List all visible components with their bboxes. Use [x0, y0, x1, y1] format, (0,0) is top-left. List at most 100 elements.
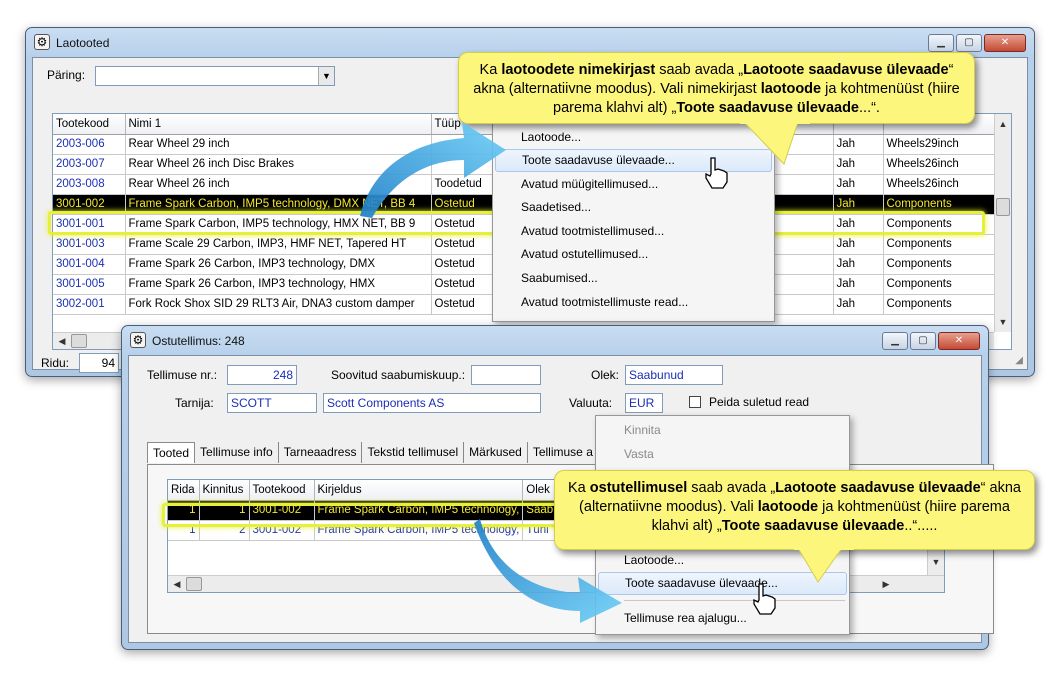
cell-name: Frame Scale 29 Carbon, IMP3, HMF NET, Ta… — [125, 234, 432, 255]
context-menu-products: Laotoode... Toote saadavuse ülevaade... … — [492, 122, 775, 322]
scroll-down-icon[interactable]: ▼ — [928, 554, 944, 570]
hand-cursor-icon — [753, 583, 776, 615]
scroll-left-icon[interactable]: ◀ — [169, 576, 185, 592]
scroll-up-icon[interactable]: ▲ — [995, 116, 1011, 132]
menu-item-saadetised[interactable]: Saadetised... — [493, 196, 774, 219]
cell-active: Jah — [833, 134, 884, 155]
cell-rida: 1 — [168, 500, 200, 521]
arrow-icon — [474, 519, 622, 623]
cell-code: 3001-003 — [53, 234, 126, 255]
supplier-code-field[interactable]: SCOTT — [227, 393, 317, 413]
cell-code: 3002-001 — [53, 294, 126, 315]
cell-name: Fork Rock Shox SID 29 RLT3 Air, DNA3 cus… — [125, 294, 432, 315]
cell-code: 3001-002 — [53, 194, 126, 215]
cell-rida: 1 — [168, 520, 200, 541]
menu-item-avatud-tootmistellimused[interactable]: Avatud tootmistellimused... — [493, 220, 774, 243]
resize-grip-icon[interactable]: ◢ — [1015, 355, 1023, 366]
cell-code: 3001-005 — [53, 274, 126, 295]
menu-item-kinnita[interactable]: Kinnita — [596, 419, 849, 442]
menu-item-saabumised[interactable]: Saabumised... — [493, 267, 774, 290]
cell-group: Components — [883, 214, 996, 235]
tab-tellimuse-info[interactable]: Tellimuse info — [195, 442, 279, 463]
menu-item-avatud-tootmistellimuste-read[interactable]: Avatud tootmistellimuste read... — [493, 291, 774, 314]
scroll-thumb[interactable] — [186, 577, 202, 591]
column-header[interactable]: Rida — [168, 480, 200, 501]
cell-group: Components — [883, 234, 996, 255]
cell-name: Frame Spark 26 Carbon, IMP3 technology, … — [125, 274, 432, 295]
menu-item-vasta[interactable]: Vasta — [596, 443, 849, 466]
column-header[interactable]: Kirjeldus — [314, 480, 524, 501]
hand-cursor-icon — [705, 157, 728, 189]
maximize-icon[interactable]: ▢ — [910, 332, 936, 350]
minimize-icon[interactable]: ▁ — [882, 332, 908, 350]
menu-item-laotoode[interactable]: Laotoode... — [493, 126, 774, 149]
currency-label: Valuuta: — [569, 396, 613, 410]
tab-tellimuse-a[interactable]: Tellimuse a — [528, 442, 598, 463]
tab-bar: Tooted Tellimuse info Tarneaadress Tekst… — [147, 442, 598, 463]
scroll-thumb[interactable] — [71, 334, 87, 348]
arrival-date-label: Soovitud saabumiskuup.: — [331, 368, 466, 382]
scroll-left-icon[interactable]: ◀ — [54, 333, 70, 349]
cell-active: Jah — [833, 174, 884, 195]
cell-active: Jah — [833, 234, 884, 255]
cell-active: Jah — [833, 194, 884, 215]
cell-group: Wheels26inch — [883, 154, 996, 175]
tab-tarneaadress[interactable]: Tarneaadress — [279, 442, 363, 463]
status-label: Olek: — [591, 368, 620, 382]
cell-active: Jah — [833, 254, 884, 275]
column-header[interactable]: Tootekood — [249, 480, 315, 501]
cell-active: Jah — [833, 274, 884, 295]
cell-name: Frame Spark 26 Carbon, IMP3 technology, … — [125, 254, 432, 275]
hide-closed-checkbox[interactable] — [689, 396, 701, 408]
vertical-scrollbar[interactable]: ▲ ▼ — [994, 114, 1011, 332]
supplier-label: Tarnija: — [175, 396, 214, 410]
cell-code: 3001-004 — [53, 254, 126, 275]
cell-code: 2003-007 — [53, 154, 126, 175]
menu-separator — [624, 600, 845, 601]
callout-products-list: Ka laotoodete nimekirjast saab avada „La… — [458, 52, 975, 124]
scroll-right-icon[interactable]: ▶ — [878, 576, 894, 592]
arrival-date-field[interactable] — [471, 365, 541, 385]
cell-group: Components — [883, 254, 996, 275]
status-field: Saabunud — [625, 365, 723, 385]
menu-item-tellimuse-rea-ajalugu[interactable]: Tellimuse rea ajalugu... — [596, 607, 849, 630]
tab-tekstid-tellimusel[interactable]: Tekstid tellimusel — [362, 442, 465, 463]
column-header[interactable]: Kinnitus — [199, 480, 250, 501]
cell-active: Jah — [833, 154, 884, 175]
table-header: Rida Kinnitus Tootekood Kirjeldus Olek — [168, 480, 564, 501]
app-icon: ⚙ — [34, 34, 50, 50]
close-icon[interactable]: ✕ — [938, 332, 980, 350]
cell-group: Components — [883, 294, 996, 315]
query-select[interactable]: ▼ — [95, 66, 335, 86]
tab-markused[interactable]: Märkused — [464, 442, 528, 463]
callout-pointer — [740, 120, 810, 165]
cell-kinnitus: 2 — [199, 520, 250, 541]
cell-code: 2003-008 — [53, 174, 126, 195]
vertical-scrollbar[interactable]: ▼ — [927, 550, 944, 575]
cell-code: 3001-002 — [249, 520, 315, 541]
window-title: Ostutellimus: 248 — [152, 334, 245, 348]
menu-item-avatud-ostutellimused[interactable]: Avatud ostutellimused... — [493, 243, 774, 266]
order-no-field[interactable]: 248 — [227, 365, 297, 385]
supplier-name-field: Scott Components AS — [323, 393, 541, 413]
row-count-value: 94 — [79, 353, 119, 373]
cell-code: 3001-002 — [249, 500, 315, 521]
scroll-thumb[interactable] — [996, 198, 1010, 216]
currency-field[interactable]: EUR — [625, 393, 663, 413]
minimize-icon[interactable]: ▁ — [928, 34, 954, 52]
tab-tooted[interactable]: Tooted — [147, 442, 196, 463]
cell-group: Wheels26inch — [883, 174, 996, 195]
chevron-down-icon[interactable]: ▼ — [318, 67, 334, 85]
scroll-down-icon[interactable]: ▼ — [995, 314, 1011, 330]
close-icon[interactable]: ✕ — [984, 34, 1026, 52]
row-count-label: Ridu: — [41, 356, 70, 370]
maximize-icon[interactable]: ▢ — [956, 34, 982, 52]
cell-active: Jah — [833, 214, 884, 235]
column-header[interactable]: Tootekood — [53, 114, 126, 135]
arrow-icon — [360, 122, 506, 218]
callout-pointer — [794, 546, 854, 583]
cell-kinnitus: 1 — [199, 500, 250, 521]
cell-code: 3001-001 — [53, 214, 126, 235]
title-bar[interactable]: ⚙ Ostutellimus: 248 ▁ ▢ ✕ — [122, 326, 988, 354]
window-title: Laotooted — [56, 36, 110, 50]
